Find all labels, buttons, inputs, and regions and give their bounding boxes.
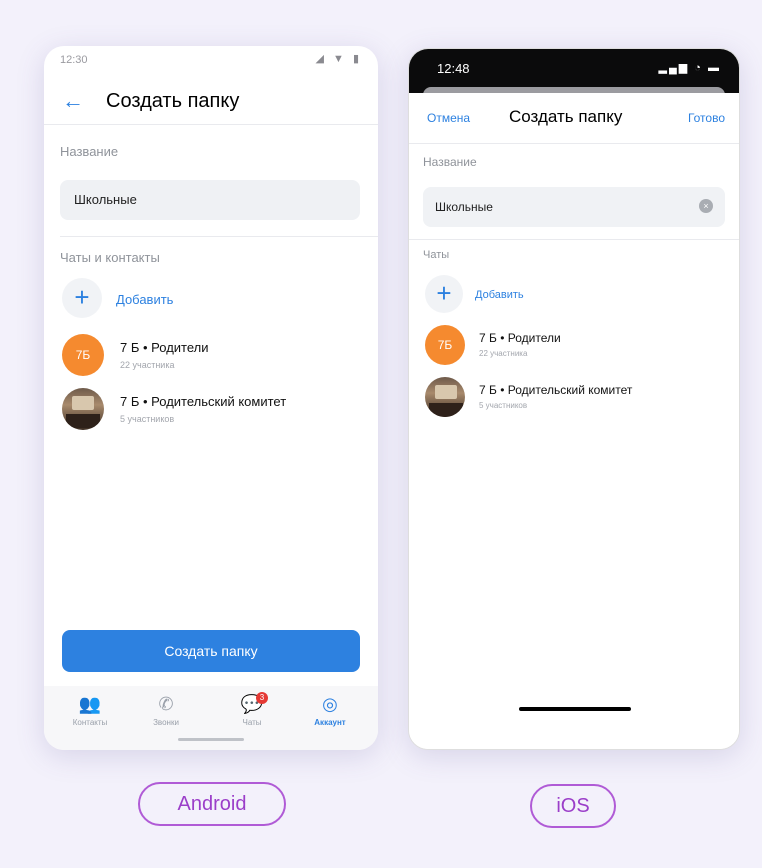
avatar: 7Б [425, 325, 465, 365]
home-indicator [519, 707, 631, 711]
tab-label: Звонки [153, 718, 179, 727]
ios-label: iOS [530, 784, 616, 828]
name-label: Название [60, 144, 119, 159]
chat-subtitle: 5 участников [479, 401, 528, 410]
folder-name-input[interactable]: Школьные [60, 180, 360, 220]
add-icon[interactable]: + [425, 275, 463, 313]
android-phone: 12:30 ◢ ▼ ▮ ← Создать папку Название Шко… [44, 46, 378, 750]
android-label: Android [138, 782, 286, 826]
photo-avatar [62, 388, 104, 430]
back-arrow-icon[interactable]: ← [62, 88, 84, 114]
contacts-icon: 👥 [78, 694, 102, 714]
divider [60, 236, 378, 237]
avatar: 7Б [62, 334, 104, 376]
tab-calls[interactable]: ✆ Звонки [136, 694, 196, 727]
chat-subtitle: 5 участников [120, 414, 175, 424]
tab-account[interactable]: ◎ Аккаунт [300, 694, 360, 727]
unread-badge: 3 [256, 692, 268, 704]
page-title: Создать папку [106, 90, 240, 112]
chat-subtitle: 22 участника [120, 360, 175, 370]
chat-title: 7 Б • Родители [120, 340, 209, 355]
section-label: Чаты и контакты [60, 250, 160, 265]
chat-title: 7 Б • Родительский комитет [120, 394, 287, 409]
name-label: Название [423, 155, 477, 169]
ios-phone: 12:48 ▂▄▆ ◔ ▬ Отмена Создать папку Готов… [408, 48, 740, 750]
section-label: Чаты [423, 249, 450, 261]
chat-title: 7 Б • Родительский комитет [479, 383, 633, 397]
page-title: Создать папку [509, 107, 623, 126]
status-time: 12:30 [60, 54, 88, 66]
tab-contacts[interactable]: 👥 Контакты [60, 694, 120, 727]
modal-sheet: Отмена Создать папку Готово Название Шко… [409, 93, 739, 749]
chat-subtitle: 22 участника [479, 349, 528, 358]
status-time: 12:48 [437, 61, 470, 76]
account-icon: ◎ [322, 694, 338, 714]
phone-icon: ✆ [158, 694, 174, 714]
cancel-button[interactable]: Отмена [427, 111, 470, 125]
done-button[interactable]: Готово [688, 111, 725, 125]
chat-title: 7 Б • Родители [479, 331, 561, 345]
tab-label: Аккаунт [314, 718, 346, 727]
status-icons: ▂▄▆ ◔ ▬ [658, 62, 721, 74]
folder-name-input[interactable]: Школьные × [423, 187, 725, 227]
divider [409, 143, 739, 144]
tab-label: Чаты [242, 718, 262, 727]
tab-chats[interactable]: 💬 3 Чаты [222, 692, 282, 727]
add-button[interactable]: Добавить [475, 289, 524, 301]
status-icons: ◢ ▼ ▮ [315, 53, 362, 65]
add-icon[interactable]: + [62, 278, 102, 318]
photo-avatar [425, 377, 465, 417]
chat-bubble-icon: 💬 [240, 694, 264, 714]
divider [409, 239, 739, 240]
clear-icon[interactable]: × [699, 199, 713, 213]
tab-label: Контакты [72, 718, 108, 727]
add-button[interactable]: Добавить [116, 292, 173, 307]
create-folder-button[interactable]: Создать папку [62, 630, 360, 672]
folder-name-value: Школьные [435, 200, 493, 214]
header: ← Создать папку [44, 80, 378, 125]
folder-name-value: Школьные [74, 192, 137, 207]
gesture-bar [178, 738, 244, 741]
